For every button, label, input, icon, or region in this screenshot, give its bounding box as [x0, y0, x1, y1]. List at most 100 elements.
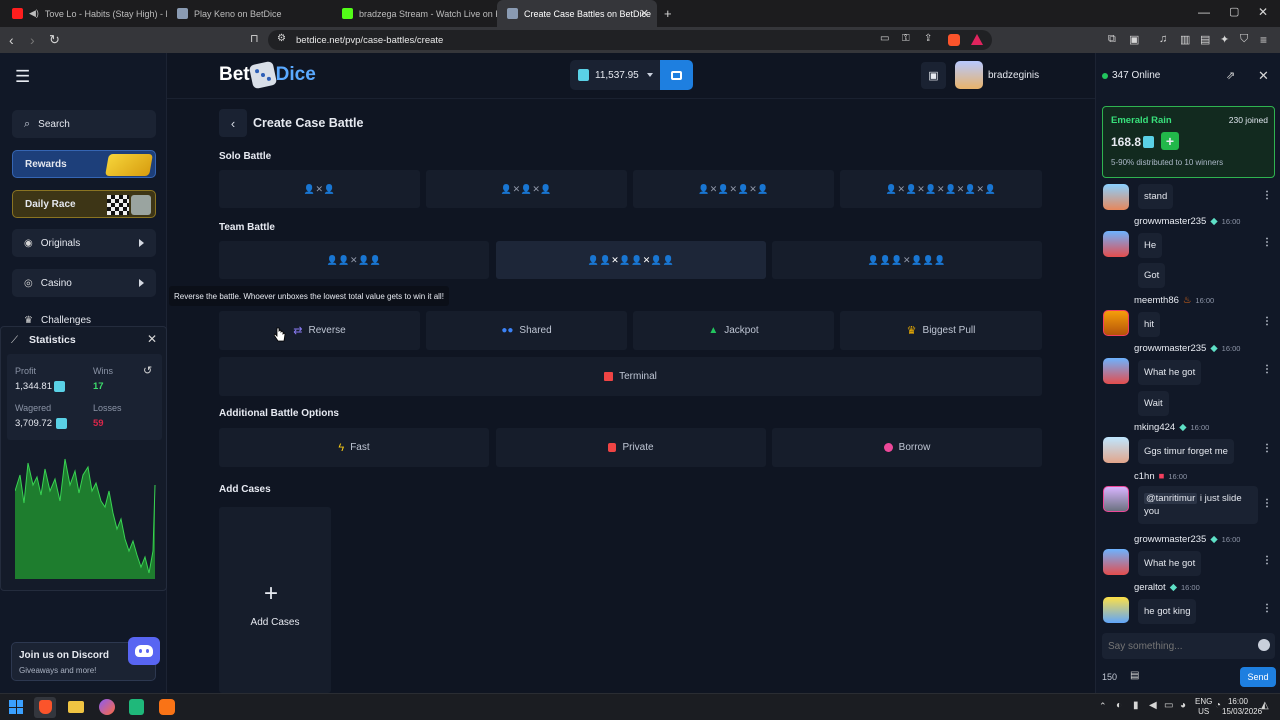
more-options-icon[interactable]: ⋮: [1262, 498, 1272, 509]
music-icon[interactable]: ♫: [1159, 33, 1167, 45]
mode-reverse[interactable]: ⇄ Reverse: [219, 311, 420, 350]
brave-browser-icon[interactable]: [39, 700, 52, 714]
maximize-icon[interactable]: ▢: [1229, 5, 1239, 18]
add-cases-label: Add Cases: [250, 617, 300, 628]
bookmark-icon[interactable]: ⊓: [250, 32, 259, 45]
chat-username[interactable]: mking424 ◆ 16:00: [1134, 422, 1209, 433]
windows-start-icon[interactable]: [9, 700, 23, 714]
app-icon[interactable]: [159, 699, 175, 715]
site-logo[interactable]: Bet Dice: [219, 60, 316, 90]
language-indicator[interactable]: ENG US: [1195, 697, 1212, 717]
wallet-icon[interactable]: ▤: [1200, 33, 1210, 46]
more-options-icon[interactable]: ⋮: [1262, 555, 1272, 566]
mode-biggest-pull[interactable]: ♛ Biggest Pull: [840, 311, 1042, 350]
more-options-icon[interactable]: ⋮: [1262, 190, 1272, 201]
avatar[interactable]: [955, 61, 983, 89]
chat-username[interactable]: c1hn ■ 16:00: [1134, 471, 1187, 482]
sidebar-item-casino[interactable]: ◎ Casino: [12, 269, 156, 297]
rewards-button[interactable]: Rewards: [12, 150, 156, 178]
team-option-2v2[interactable]: 👤👤✕👤👤: [219, 241, 489, 279]
cast-icon[interactable]: ▭: [880, 33, 889, 44]
option-borrow[interactable]: Borrow: [772, 428, 1042, 467]
balance-display[interactable]: 11,537.95: [570, 60, 660, 90]
search-button[interactable]: ⌕ Search: [12, 110, 156, 138]
close-icon[interactable]: ✕: [147, 332, 157, 346]
popout-icon[interactable]: ⇗: [1226, 69, 1235, 82]
forward-icon[interactable]: ›: [30, 32, 35, 48]
close-tab-icon[interactable]: ✕: [640, 7, 649, 20]
menu-icon[interactable]: ≡: [1260, 33, 1267, 47]
microphone-icon[interactable]: ▮: [1133, 700, 1139, 711]
brave-rewards-icon[interactable]: [971, 34, 983, 45]
discord-icon[interactable]: [128, 637, 160, 665]
sidebar-item-originals[interactable]: ◉ Originals: [12, 229, 156, 257]
minimize-icon[interactable]: —: [1198, 5, 1210, 19]
sidebar-toggle-icon[interactable]: ▥: [1180, 33, 1190, 46]
extensions-icon[interactable]: ⧉: [1108, 33, 1116, 46]
chat-username[interactable]: growwmaster235 ◆ 16:00: [1134, 343, 1240, 354]
site-info-icon[interactable]: ⚙: [277, 33, 286, 44]
file-explorer-icon[interactable]: [68, 701, 84, 713]
app-icon[interactable]: [129, 699, 144, 715]
emoji-icon[interactable]: [1258, 639, 1270, 651]
chevron-up-icon[interactable]: ⌃: [1099, 701, 1107, 712]
leo-ai-icon[interactable]: ✦: [1220, 33, 1229, 46]
daily-race-button[interactable]: Daily Race: [12, 190, 156, 218]
obs-icon[interactable]: [99, 699, 115, 715]
browser-tab-active[interactable]: Create Case Battles on BetDice ✕: [497, 0, 657, 27]
vpn-icon[interactable]: ⛉: [1240, 33, 1248, 46]
wallet-button[interactable]: [660, 60, 693, 90]
gift-button[interactable]: ▣: [921, 62, 946, 89]
solo-option-1v1[interactable]: 👤✕👤: [219, 170, 420, 208]
url-field[interactable]: ⚙ betdice.net/pvp/case-battles/create ▭ …: [268, 30, 992, 50]
notification-bell-icon[interactable]: ◭: [1261, 700, 1269, 711]
add-rain-button[interactable]: +: [1161, 132, 1179, 150]
brave-shield-icon[interactable]: [948, 34, 960, 46]
key-icon[interactable]: ⚿: [902, 33, 910, 44]
mode-jackpot[interactable]: ▲ Jackpot: [633, 311, 834, 350]
reload-icon[interactable]: ↻: [49, 32, 60, 48]
more-options-icon[interactable]: ⋮: [1262, 237, 1272, 248]
team-option-2v2v2[interactable]: 👤👤✕👤👤✕👤👤: [496, 241, 766, 279]
share-icon[interactable]: ⇪: [924, 33, 932, 44]
more-options-icon[interactable]: ⋮: [1262, 364, 1272, 375]
mode-terminal[interactable]: Terminal: [219, 357, 1042, 396]
mode-shared[interactable]: ●● Shared: [426, 311, 627, 350]
solo-option-1v1v1[interactable]: 👤✕👤✕👤: [426, 170, 627, 208]
close-window-icon[interactable]: ✕: [1258, 5, 1268, 19]
new-tab-icon[interactable]: +: [664, 6, 672, 21]
chat-username[interactable]: meemth86 ♨ 16:00: [1134, 295, 1214, 306]
more-options-icon[interactable]: ⋮: [1262, 443, 1272, 454]
chat-username[interactable]: geraltot ◆ 16:00: [1134, 582, 1200, 593]
display-icon[interactable]: ▭: [1164, 700, 1173, 711]
screenshot-icon[interactable]: ▣: [1129, 33, 1139, 46]
add-cases-button[interactable]: + Add Cases: [219, 507, 331, 693]
volume-icon[interactable]: ◀: [1149, 700, 1157, 711]
more-options-icon[interactable]: ⋮: [1262, 316, 1272, 327]
close-chat-icon[interactable]: ✕: [1258, 68, 1269, 84]
team-option-3v3[interactable]: 👤👤👤✕👤👤👤: [772, 241, 1042, 279]
solo-option-1v1v1v1[interactable]: 👤✕👤✕👤✕👤: [633, 170, 834, 208]
discord-tray-icon[interactable]: ◕: [1180, 700, 1186, 711]
rules-icon[interactable]: ▤: [1130, 670, 1139, 681]
send-button[interactable]: Send: [1240, 667, 1276, 687]
app-tray-icon[interactable]: ◐: [1116, 700, 1122, 711]
chat-username[interactable]: growwmaster235 ◆ 16:00: [1134, 534, 1240, 545]
browser-tab[interactable]: Play Keno on BetDice: [167, 0, 332, 27]
mention-tag[interactable]: @tanritimur: [1144, 493, 1198, 504]
clock[interactable]: 16:00 15/03/2026: [1222, 697, 1262, 717]
hamburger-menu-icon[interactable]: ☰: [15, 67, 30, 87]
reset-history-icon[interactable]: ↺: [143, 364, 152, 377]
browser-tab[interactable]: ◀) Tove Lo - Habits (Stay High) - Hip: [2, 0, 167, 27]
option-fast[interactable]: ϟ Fast: [219, 428, 489, 467]
chat-username[interactable]: growwmaster235 ◆ 16:00: [1134, 216, 1240, 227]
back-icon[interactable]: ‹: [9, 32, 14, 48]
chat-input[interactable]: [1102, 633, 1252, 659]
more-options-icon[interactable]: ⋮: [1262, 603, 1272, 614]
solo-option-6-players[interactable]: 👤✕👤✕👤✕👤✕👤✕👤: [840, 170, 1042, 208]
option-private[interactable]: Private: [496, 428, 766, 467]
username[interactable]: bradzeginis: [988, 70, 1039, 81]
back-button[interactable]: ‹: [219, 109, 247, 137]
wifi-icon[interactable]: ◔: [1215, 700, 1221, 711]
browser-tab[interactable]: bradzega Stream - Watch Live on Kic: [332, 0, 497, 27]
